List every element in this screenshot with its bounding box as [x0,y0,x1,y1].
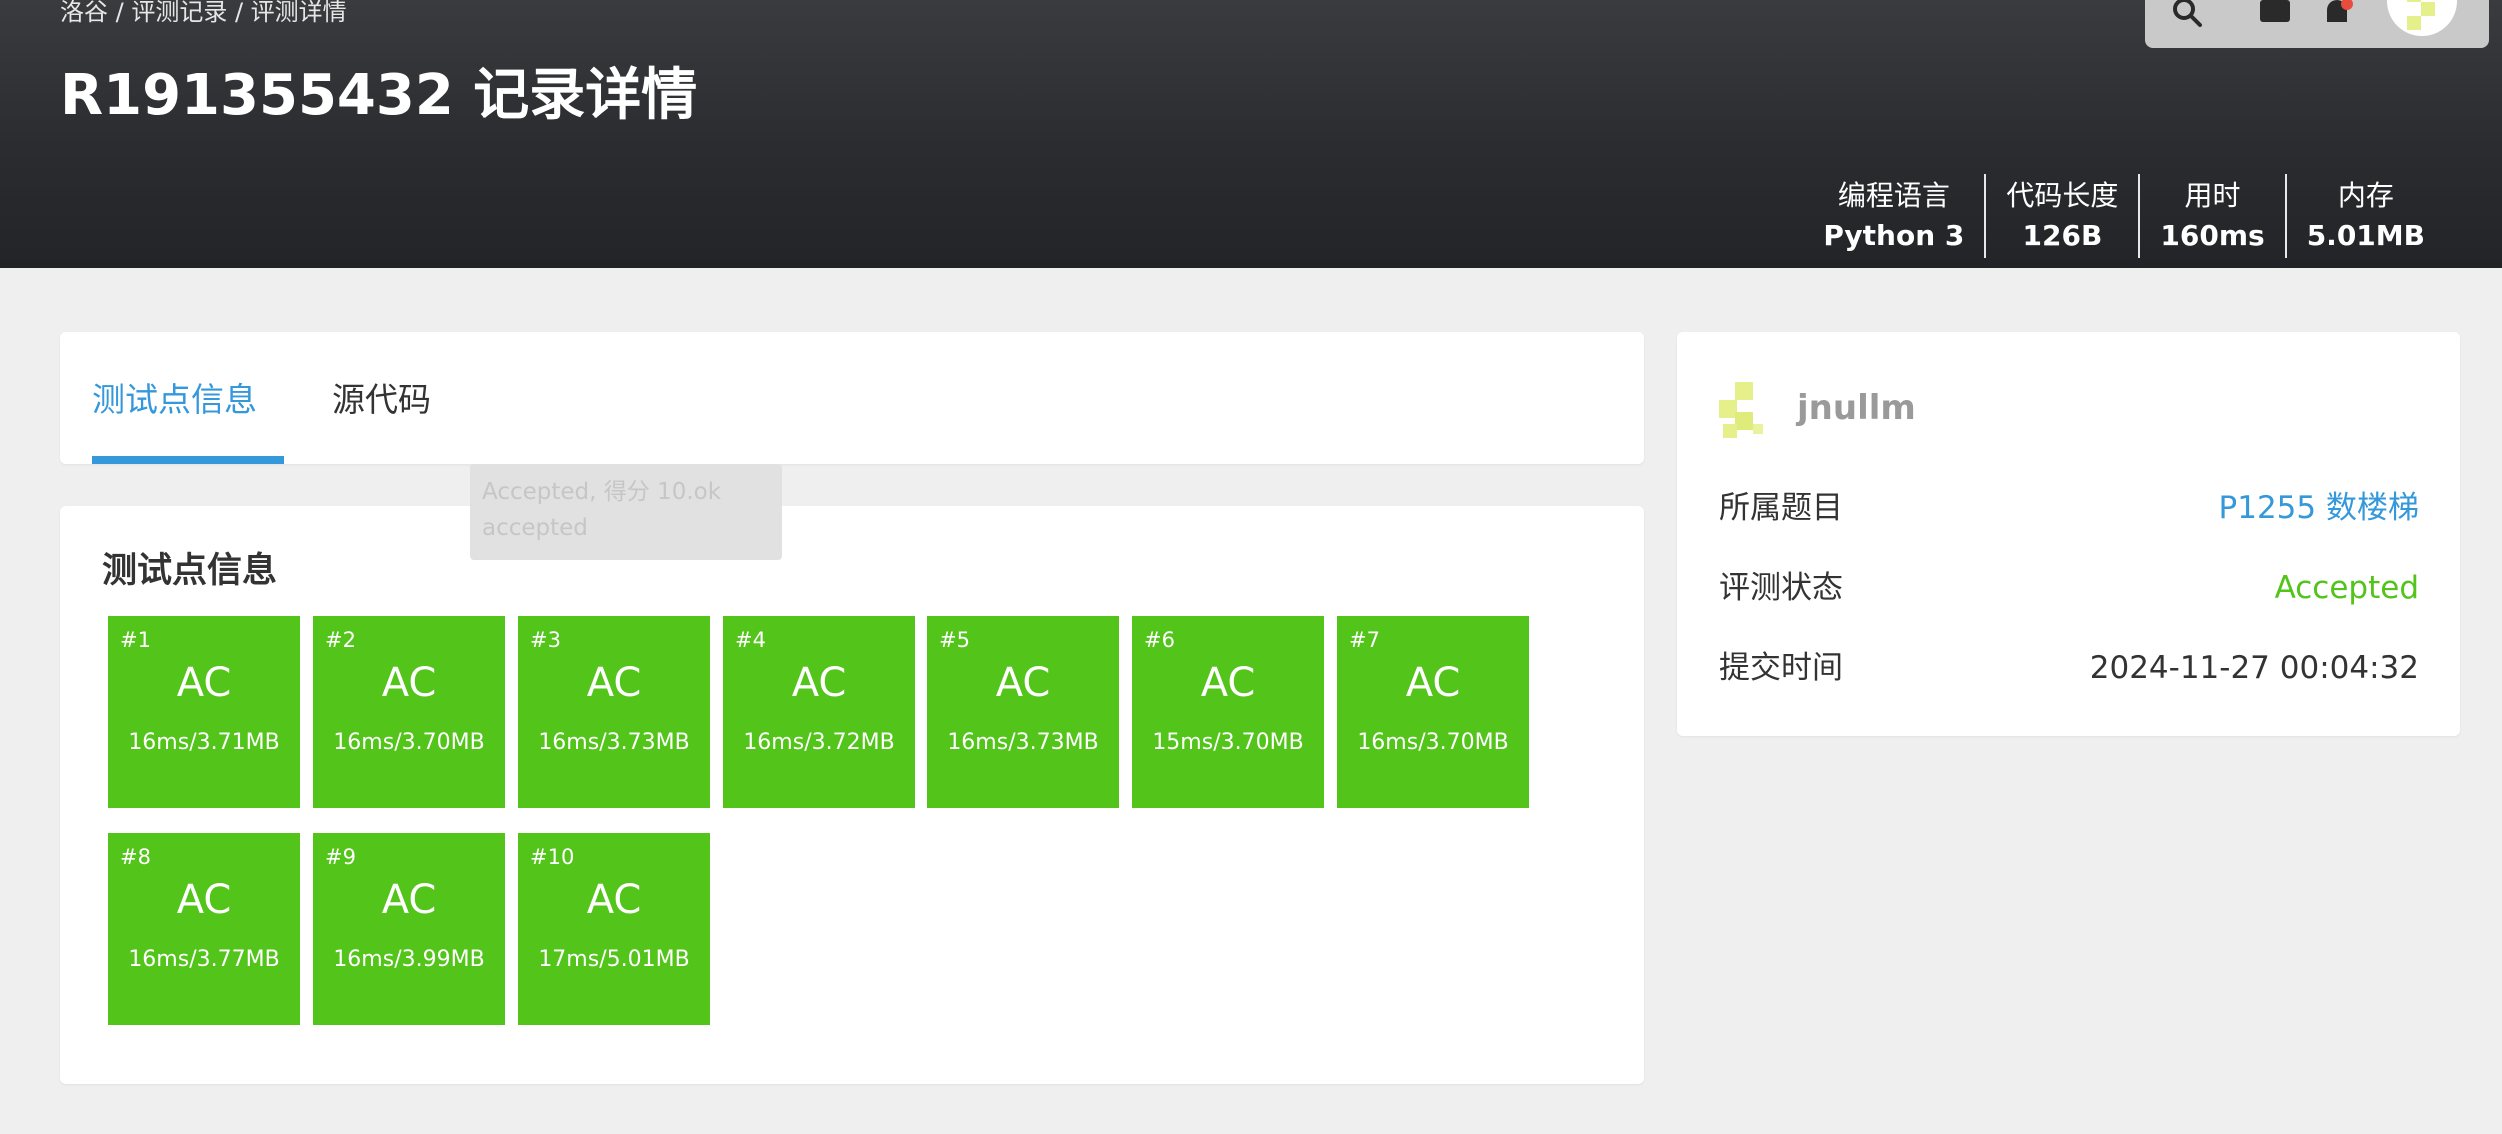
testcase-status: AC [791,660,847,706]
testcase-tile[interactable]: #7 AC 16ms/3.70MB [1337,616,1529,808]
status-label: 评测状态 [1719,570,1843,606]
stat-label: 内存 [2337,179,2394,212]
testcase-number: #10 [530,845,575,869]
record-stats: 编程语言 Python 3 代码长度 126B 用时 160ms 内存 5.01… [1803,174,2445,258]
testcase-tile[interactable]: #6 AC 15ms/3.70MB [1132,616,1324,808]
user-avatar[interactable] [1719,382,1771,440]
testcase-status: AC [995,660,1051,706]
testcase-info: 16ms/3.73MB [947,730,1099,755]
stat-value: 160ms [2160,219,2265,252]
stat-code-length: 代码长度 126B [1984,174,2138,258]
record-info-card: jnullm 所属题目 P1255 数楼梯 评测状态 Accepted 提交时间… [1677,332,2460,736]
search-icon[interactable] [2169,0,2205,30]
stat-time: 用时 160ms [2138,174,2284,258]
tab-testcases[interactable]: 测试点信息 [92,372,257,428]
testcase-status: AC [381,877,437,923]
testcase-number: #4 [735,628,766,652]
stat-label: 代码长度 [2006,179,2119,212]
problem-row: 所属题目 P1255 数楼梯 [1719,486,2419,530]
testcase-tile[interactable]: #5 AC 16ms/3.73MB [927,616,1119,808]
breadcrumb: 洛谷 / 评测记录 / 评测详情 [60,0,347,26]
testcase-number: #1 [120,628,151,652]
tabs-card: 测试点信息 源代码 [60,332,1644,464]
status-value: Accepted [2274,570,2419,606]
testcases-card: 测试点信息 #1 AC 16ms/3.71MB #2 AC 16ms/3.70M… [60,506,1644,1084]
testcase-tile[interactable]: #1 AC 16ms/3.71MB [108,616,300,808]
testcase-number: #6 [1144,628,1175,652]
testcase-status: AC [586,660,642,706]
page-header: 洛谷 / 评测记录 / 评测详情 R191355432 记录详情 编程语言 Py… [0,0,2502,268]
tooltip-line: accepted [482,515,588,541]
testcase-info: 16ms/3.73MB [538,730,690,755]
bell-icon[interactable] [2319,0,2355,30]
page-title: R191355432 记录详情 [60,63,698,128]
testcase-info: 15ms/3.70MB [1152,730,1304,755]
stat-label: 编程语言 [1837,179,1950,212]
section-title: 测试点信息 [102,551,278,591]
testcase-number: #5 [939,628,970,652]
stat-value: 5.01MB [2306,219,2425,252]
testcase-number: #7 [1349,628,1380,652]
stat-language: 编程语言 Python 3 [1803,174,1984,258]
message-icon[interactable] [2257,0,2293,30]
tab-source-code[interactable]: 源代码 [332,372,431,428]
testcase-tile[interactable]: #8 AC 16ms/3.77MB [108,833,300,1025]
problem-label: 所属题目 [1719,490,1843,526]
testcase-status: AC [176,877,232,923]
testcase-tile[interactable]: #2 AC 16ms/3.70MB [313,616,505,808]
testcase-info: 16ms/3.70MB [1357,730,1509,755]
submit-time-value: 2024-11-27 00:04:32 [2089,650,2419,686]
testcase-info: 16ms/3.71MB [128,730,280,755]
testcase-status: AC [1200,660,1256,706]
testcase-number: #2 [325,628,356,652]
status-row: 评测状态 Accepted [1719,566,2419,610]
username[interactable]: jnullm [1797,388,1916,428]
submit-time-row: 提交时间 2024-11-27 00:04:32 [1719,646,2419,690]
testcase-status: AC [381,660,437,706]
stat-value: 126B [2022,219,2103,252]
testcase-tile[interactable]: #10 AC 17ms/5.01MB [518,833,710,1025]
submit-time-label: 提交时间 [1719,650,1843,686]
testcase-info: 17ms/5.01MB [538,947,690,972]
testcase-info: 16ms/3.70MB [333,730,485,755]
testcase-info: 16ms/3.77MB [128,947,280,972]
stat-value: Python 3 [1823,219,1965,252]
testcase-status: AC [586,877,642,923]
testcase-tile[interactable]: #9 AC 16ms/3.99MB [313,833,505,1025]
problem-link[interactable]: P1255 数楼梯 [2219,486,2419,530]
testcase-tooltip: Accepted, 得分 10.ok accepted [470,464,782,560]
user-menu [2145,0,2489,48]
testcase-number: #8 [120,845,151,869]
tooltip-line: Accepted, 得分 10.ok [482,479,722,505]
testcase-info: 16ms/3.72MB [743,730,895,755]
testcase-number: #3 [530,628,561,652]
active-tab-indicator [92,456,284,464]
testcase-status: AC [1405,660,1461,706]
stat-memory: 内存 5.01MB [2284,174,2445,258]
testcase-number: #9 [325,845,356,869]
testcase-tile[interactable]: #4 AC 16ms/3.72MB [723,616,915,808]
stat-label: 用时 [2184,179,2241,212]
testcase-info: 16ms/3.99MB [333,947,485,972]
testcase-tile[interactable]: #3 AC 16ms/3.73MB [518,616,710,808]
avatar[interactable] [2387,0,2457,36]
testcase-status: AC [176,660,232,706]
